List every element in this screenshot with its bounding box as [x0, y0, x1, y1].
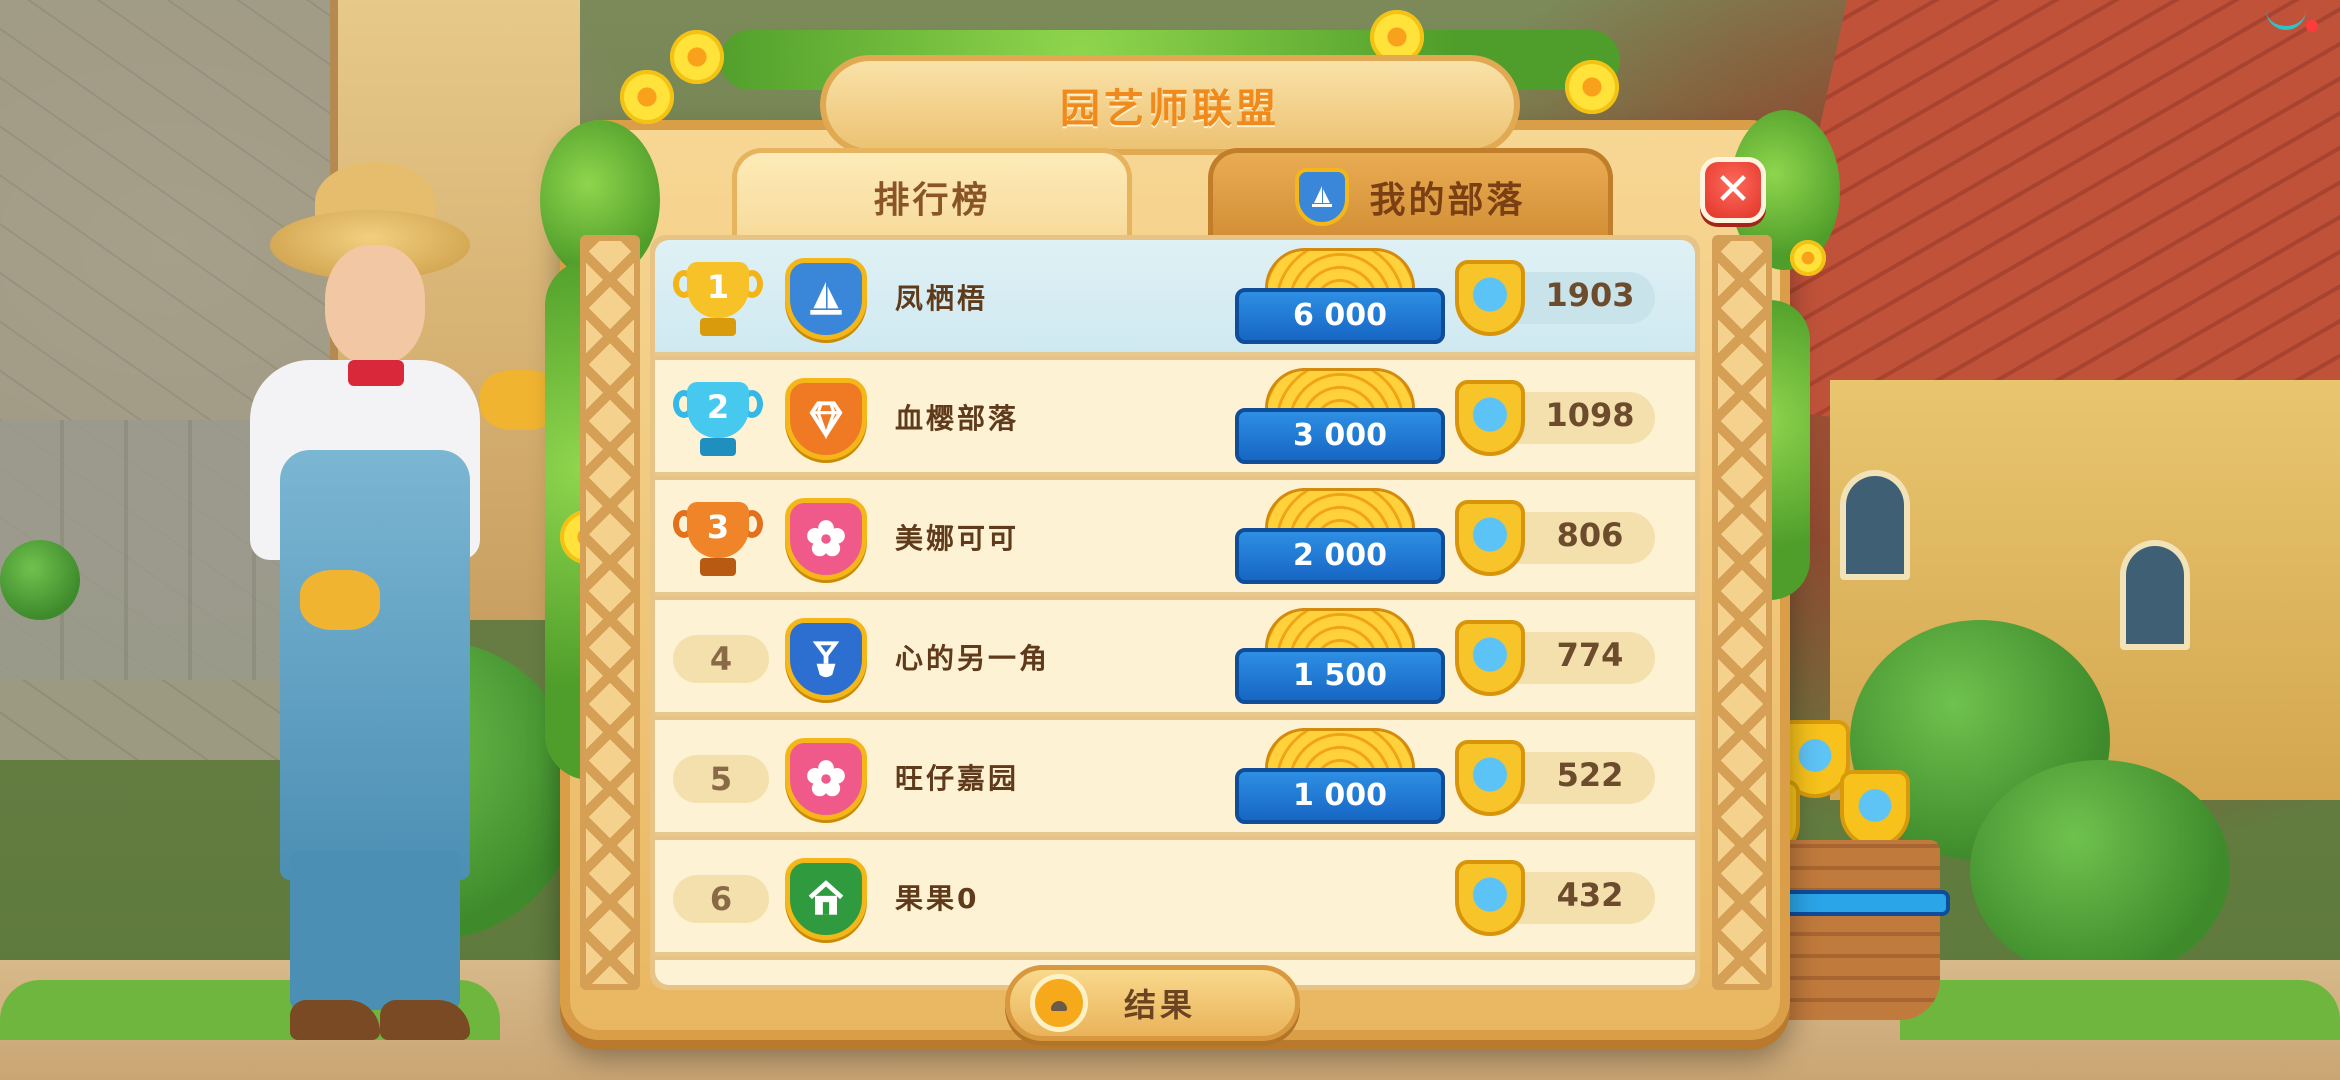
clan-badge	[785, 858, 867, 940]
title-plate: 园艺师联盟	[820, 55, 1520, 155]
clan-name: 心的另一角	[895, 642, 1051, 675]
trophy-base	[700, 318, 736, 336]
results-button-label: 结果	[1124, 986, 1197, 1024]
boot	[290, 1000, 380, 1040]
reward: 6 000	[1235, 248, 1445, 352]
clan-badge	[785, 618, 867, 700]
tab-my-clan[interactable]: 我的部落	[1208, 148, 1613, 240]
page-title: 园艺师联盟	[1060, 86, 1280, 132]
flower-icon	[807, 760, 845, 797]
rank-number: 2	[706, 388, 730, 426]
trophy-base	[700, 558, 736, 576]
trophy-shield-icon	[1455, 860, 1525, 936]
clan-score: 806	[1556, 516, 1624, 554]
close-icon: ✕	[1714, 164, 1752, 215]
clan-score: 1098	[1545, 396, 1635, 434]
tab-my-clan-label: 我的部落	[1369, 179, 1526, 221]
boot	[380, 1000, 470, 1040]
rank-number: 5	[673, 755, 769, 803]
house-window	[2120, 540, 2190, 650]
blue-trophy-icon: 2	[673, 382, 763, 458]
glove-icon	[300, 570, 380, 630]
rank-number: 4	[673, 635, 769, 683]
gardener-face	[325, 245, 425, 365]
sailboat-shield-icon	[1295, 167, 1350, 226]
clan-score: 522	[1556, 756, 1624, 794]
flower-icon	[807, 520, 845, 557]
diamond-icon	[809, 401, 843, 440]
tab-leaderboard[interactable]: 排行榜	[732, 148, 1132, 240]
overalls	[280, 450, 470, 880]
lattice-right	[1712, 235, 1772, 990]
trophy-shield-icon	[1455, 380, 1525, 456]
yellow-flower-icon	[1565, 60, 1619, 114]
gardener-character	[230, 150, 590, 1050]
trophy-shield-icon	[1455, 620, 1525, 696]
gardener-legs	[290, 850, 460, 1010]
shield-icon	[1840, 770, 1910, 848]
gold-trophy-icon: 1	[673, 262, 763, 338]
close-button[interactable]: ✕	[1700, 157, 1766, 223]
clan-name: 凤栖梧	[895, 282, 989, 315]
clan-name: 果果0	[895, 882, 980, 915]
clan-score: 432	[1556, 876, 1624, 914]
clan-badge	[785, 378, 867, 460]
reward: 3 000	[1235, 368, 1445, 472]
house-window	[1840, 470, 1910, 580]
bush	[1970, 760, 2230, 980]
reward-amount: 6 000	[1235, 288, 1445, 344]
leaderboard-row[interactable]: 1 凤栖梧 6 000 1903	[655, 240, 1695, 356]
bronze-trophy-icon: 3	[673, 502, 763, 578]
clan-badge	[785, 498, 867, 580]
results-button[interactable]: 结果	[1005, 965, 1300, 1041]
bow-tie	[348, 360, 404, 386]
reward: 1 000	[1235, 728, 1445, 832]
trophy-shield-icon	[1455, 740, 1525, 816]
yellow-flower-icon	[620, 70, 674, 124]
leaderboard-row[interactable]: 4 心的另一角 1 500 774	[655, 600, 1695, 716]
trophy-shield-icon	[1455, 260, 1525, 336]
potted-plant	[0, 540, 80, 620]
shovel-icon	[812, 641, 840, 678]
tab-leaderboard-label: 排行榜	[873, 179, 991, 221]
status-arc-icon	[2266, 10, 2306, 30]
leaderboard-list[interactable]: 1 凤栖梧 6 000 1903 2 血樱部落 3 000 1098 3 美娜可…	[655, 240, 1695, 985]
rank-number: 3	[706, 508, 730, 546]
yellow-flower-icon	[1790, 240, 1826, 276]
reward-amount: 2 000	[1235, 528, 1445, 584]
alarm-clock-icon	[1030, 974, 1088, 1032]
leaderboard-row[interactable]: 6 果果0 432	[655, 840, 1695, 956]
notification-dot	[2306, 20, 2318, 32]
clan-name: 美娜可可	[895, 522, 1020, 555]
reward-amount: 1 000	[1235, 768, 1445, 824]
leaderboard-row[interactable]: 2 血樱部落 3 000 1098	[655, 360, 1695, 476]
yellow-flower-icon	[670, 30, 724, 84]
rank-number: 6	[673, 875, 769, 923]
clan-score: 774	[1556, 636, 1624, 674]
trophy-shield-icon	[1455, 500, 1525, 576]
rank-number: 1	[706, 268, 730, 306]
house-icon	[808, 880, 844, 915]
clan-score: 1903	[1545, 276, 1635, 314]
reward-amount: 1 500	[1235, 648, 1445, 704]
reward: 1 500	[1235, 608, 1445, 712]
clan-badge	[785, 738, 867, 820]
lattice-left	[580, 235, 640, 990]
status-indicator	[2266, 10, 2326, 34]
clan-badge	[785, 258, 867, 340]
clan-name: 旺仔嘉园	[895, 762, 1020, 795]
clan-name: 血樱部落	[895, 402, 1020, 435]
grass	[1900, 980, 2340, 1040]
sailboat-icon	[810, 281, 842, 315]
reward: 2 000	[1235, 488, 1445, 592]
leaderboard-row[interactable]: 3 美娜可可 2 000 806	[655, 480, 1695, 596]
trophy-base	[700, 438, 736, 456]
reward-amount: 3 000	[1235, 408, 1445, 464]
leaderboard-row[interactable]: 5 旺仔嘉园 1 000 522	[655, 720, 1695, 836]
